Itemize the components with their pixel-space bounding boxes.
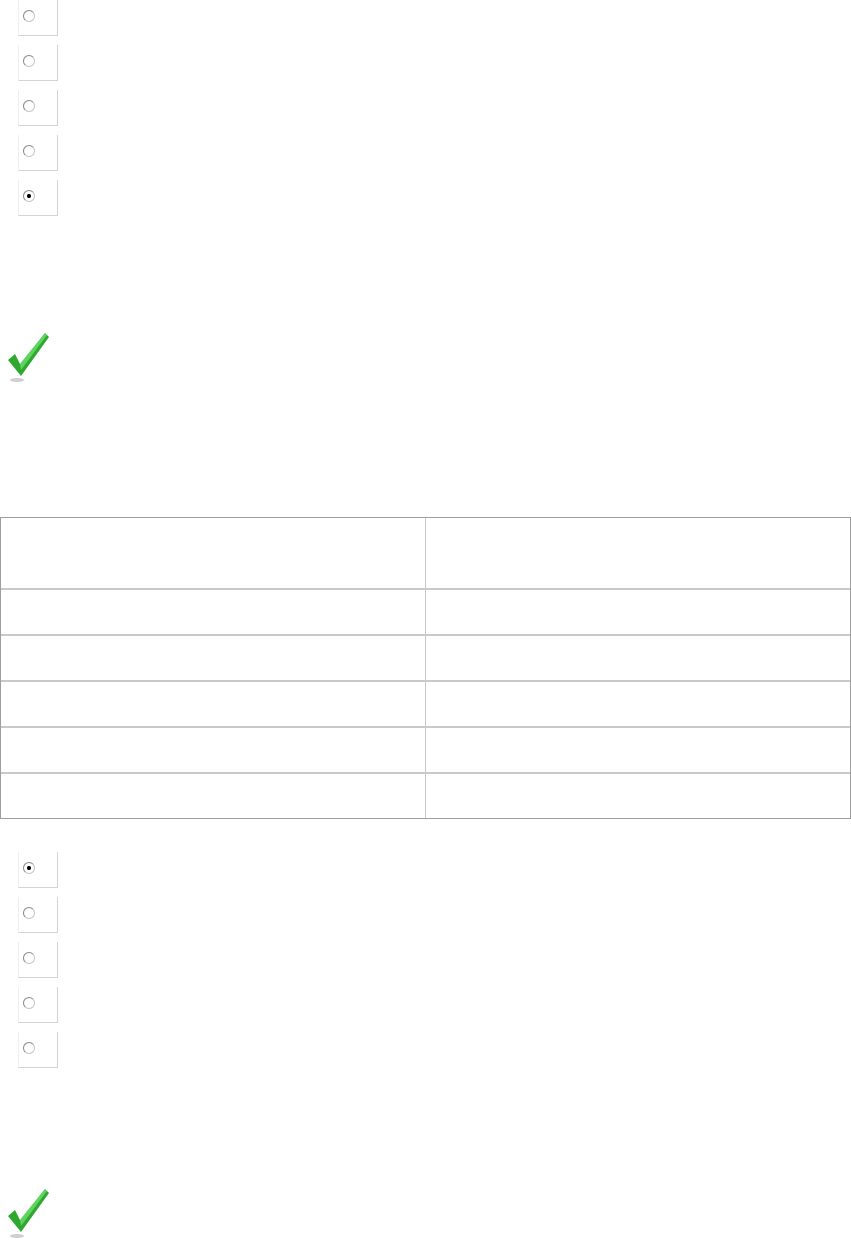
table-row — [1, 774, 850, 818]
check-mark-icon — [8, 333, 49, 382]
radio-button-selected[interactable] — [23, 862, 35, 874]
table-row — [1, 636, 850, 682]
table-cell — [426, 774, 851, 818]
table-cell — [1, 682, 426, 728]
radio-button[interactable] — [23, 145, 35, 157]
radio-button[interactable] — [23, 1042, 35, 1054]
radio-selected-dot — [27, 194, 31, 198]
table-header-cell — [425, 518, 850, 590]
option-cell — [18, 1032, 58, 1068]
table-cell — [1, 728, 426, 774]
option-cell — [18, 45, 58, 81]
table-cell — [425, 636, 850, 682]
radio-button[interactable] — [23, 907, 35, 919]
radio-button[interactable] — [23, 55, 35, 67]
radio-button[interactable] — [23, 997, 35, 1009]
option-cell — [18, 180, 58, 216]
table-cell — [425, 728, 850, 774]
option-cell — [18, 0, 58, 36]
table-row — [1, 728, 850, 774]
question-1-options — [18, 0, 60, 225]
table-cell — [425, 682, 850, 728]
radio-selected-dot — [27, 866, 31, 870]
option-cell — [18, 852, 58, 888]
radio-button-selected[interactable] — [23, 190, 35, 202]
table-row — [1, 682, 850, 728]
table-cell — [425, 590, 850, 636]
table-header-row — [1, 518, 850, 590]
table-header-cell — [1, 518, 426, 590]
table-cell — [1, 774, 426, 818]
question-2-options — [18, 852, 60, 1077]
option-cell — [18, 942, 58, 978]
option-cell — [18, 987, 58, 1023]
table-cell — [1, 590, 426, 636]
option-cell — [18, 90, 58, 126]
answer-table — [0, 517, 851, 819]
check-mark-icon — [8, 1189, 49, 1238]
radio-button[interactable] — [23, 100, 35, 112]
table-cell — [1, 636, 426, 682]
radio-button[interactable] — [23, 10, 35, 22]
radio-button[interactable] — [23, 952, 35, 964]
option-cell — [18, 135, 58, 171]
option-cell — [18, 897, 58, 933]
table-row — [1, 590, 850, 636]
